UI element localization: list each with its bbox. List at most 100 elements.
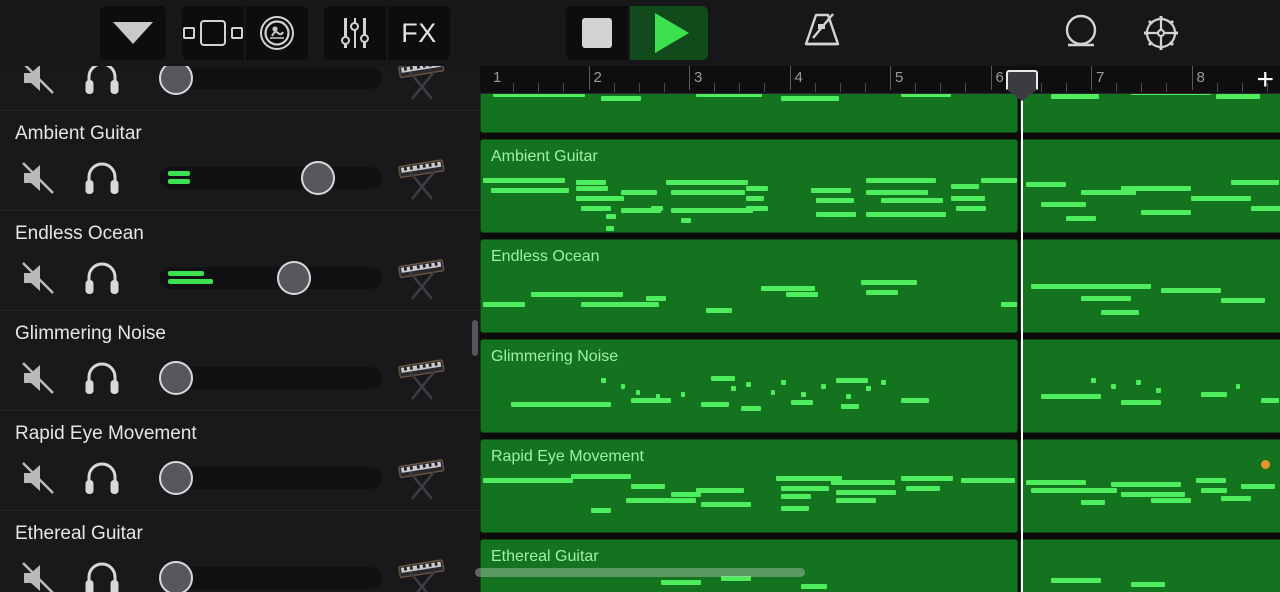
midi-note <box>1196 478 1226 483</box>
solo-icon[interactable] <box>82 559 122 592</box>
arrange-area[interactable]: + 12345678 Ambient Guitar Endless Ocean Gl… <box>480 66 1280 592</box>
volume-knob[interactable] <box>159 461 193 495</box>
volume-knob[interactable] <box>159 561 193 592</box>
midi-region[interactable] <box>1020 439 1280 533</box>
midi-note <box>1151 498 1191 503</box>
midi-note <box>1201 392 1227 397</box>
volume-knob[interactable] <box>159 361 193 395</box>
track-lane <box>480 239 1280 333</box>
horizontal-scrollbar[interactable] <box>475 568 805 577</box>
vertical-scrollbar[interactable] <box>472 320 478 356</box>
volume-slider[interactable] <box>160 261 382 295</box>
mute-icon[interactable] <box>18 66 58 102</box>
instrument-icon[interactable] <box>392 66 454 101</box>
midi-note <box>1131 582 1165 587</box>
midi-note <box>1131 94 1211 95</box>
instrument-icon[interactable] <box>392 455 454 501</box>
track-controls <box>0 355 480 401</box>
solo-icon[interactable] <box>82 259 122 302</box>
midi-note <box>1121 492 1185 497</box>
loop-browser-icon <box>260 16 294 50</box>
track-header-row[interactable]: Glimmering Noise <box>0 311 480 411</box>
solo-icon[interactable] <box>82 159 122 202</box>
beat-tick <box>1040 83 1042 92</box>
midi-region[interactable] <box>1020 539 1280 592</box>
volume-slider[interactable] <box>159 461 382 495</box>
play-button[interactable] <box>630 6 708 60</box>
playhead-handle[interactable] <box>1005 70 1038 101</box>
mute-icon[interactable] <box>18 159 58 202</box>
bar-number: 7 <box>1096 69 1105 86</box>
mute-icon[interactable] <box>18 459 58 502</box>
stop-button[interactable] <box>566 6 628 60</box>
volume-knob[interactable] <box>277 261 311 295</box>
automation-dot[interactable] <box>1261 460 1270 469</box>
beat-tick <box>513 83 515 92</box>
volume-knob[interactable] <box>301 161 335 195</box>
beat-tick <box>1216 83 1218 92</box>
mute-icon[interactable] <box>18 559 58 592</box>
solo-icon[interactable] <box>82 66 122 102</box>
track-header-row[interactable] <box>0 66 480 111</box>
bar-tick <box>1191 66 1193 90</box>
midi-region[interactable] <box>1020 94 1280 133</box>
volume-slider[interactable] <box>159 66 382 95</box>
volume-slider[interactable] <box>159 361 382 395</box>
toolbar: FX <box>0 0 1280 66</box>
solo-icon[interactable] <box>82 359 122 402</box>
track-header-row[interactable]: Ethereal Guitar <box>0 511 480 592</box>
add-track-button[interactable]: + <box>1256 66 1274 95</box>
beat-tick <box>764 83 766 92</box>
track-name: Glimmering Noise <box>15 323 166 344</box>
bar-tick <box>588 66 590 90</box>
mixer-button[interactable] <box>324 6 386 60</box>
track-header-row[interactable]: Rapid Eye Movement <box>0 411 480 511</box>
beat-tick <box>1166 83 1168 92</box>
timeline-ruler[interactable]: + 1 2 3 4 5 6 7 8 <box>480 66 1280 95</box>
midi-note <box>1101 310 1139 315</box>
metronome-button[interactable] <box>790 6 854 60</box>
midi-region[interactable] <box>1020 139 1280 233</box>
midi-note <box>1051 94 1099 99</box>
midi-note <box>1236 384 1240 389</box>
navigation-button[interactable] <box>100 6 166 60</box>
mute-icon[interactable] <box>18 359 58 402</box>
track-name: Endless Ocean <box>15 223 144 244</box>
track-name: Ethereal Guitar <box>15 523 143 544</box>
tracks-view-button[interactable] <box>182 6 244 60</box>
instrument-icon[interactable] <box>392 555 454 592</box>
settings-button[interactable] <box>1130 6 1192 60</box>
instrument-icon[interactable] <box>392 355 454 401</box>
midi-note <box>1026 480 1086 485</box>
midi-note <box>1121 186 1191 191</box>
instrument-icon[interactable] <box>392 155 454 201</box>
midi-note <box>1081 500 1105 505</box>
beat-tick <box>940 83 942 92</box>
volume-knob[interactable] <box>159 66 193 95</box>
stop-icon <box>582 18 612 48</box>
track-controls <box>0 455 480 501</box>
midi-note <box>1201 488 1227 493</box>
beat-tick <box>739 83 741 92</box>
midi-note <box>1141 210 1191 215</box>
bar-number: 6 <box>995 69 1004 86</box>
volume-slider[interactable] <box>160 161 382 195</box>
midi-region[interactable] <box>1020 239 1280 333</box>
beat-tick <box>915 83 917 92</box>
track-header-row[interactable]: Endless Ocean <box>0 211 480 311</box>
bar-number: 5 <box>895 69 904 86</box>
track-headers-panel[interactable]: Ambient Guitar Endless Ocean Glimmering … <box>0 66 480 592</box>
mute-icon[interactable] <box>18 259 58 302</box>
track-controls <box>0 66 480 101</box>
beat-tick <box>1065 83 1067 92</box>
solo-icon[interactable] <box>82 459 122 502</box>
track-header-row[interactable]: Ambient Guitar <box>0 111 480 211</box>
midi-region[interactable] <box>1020 339 1280 433</box>
fx-button[interactable]: FX <box>388 6 450 60</box>
track-lane <box>480 139 1280 233</box>
cycle-button[interactable] <box>1050 6 1112 60</box>
volume-slider[interactable] <box>159 561 382 592</box>
midi-note <box>1191 196 1251 201</box>
instrument-icon[interactable] <box>392 255 454 301</box>
loop-browser-button[interactable] <box>246 6 308 60</box>
